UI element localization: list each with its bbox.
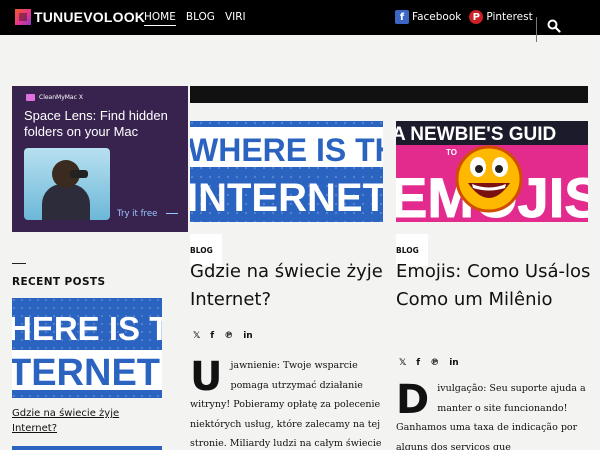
post-excerpt: Divulgação: Seu suporte ajuda a manter o…: [396, 379, 588, 450]
pinterest-icon[interactable]: ℗: [430, 358, 439, 368]
linkedin-icon[interactable]: in: [243, 331, 253, 341]
sidebar-rule: [12, 263, 26, 264]
share-buttons: 𝕏 f ℗ in: [193, 331, 253, 341]
share-buttons: 𝕏 f ℗ in: [399, 358, 459, 368]
ad-photo: [24, 148, 110, 220]
main-nav: HOME BLOG VIRI: [144, 11, 246, 26]
twitter-icon[interactable]: 𝕏: [399, 358, 406, 368]
ad-cta-link[interactable]: Try it free: [117, 209, 157, 219]
arrow-right-icon: [166, 213, 178, 214]
ad-brand: CleanMyMac X: [26, 94, 83, 101]
thumb-text-line1: HERE IS TH: [12, 310, 162, 347]
logo-mark-icon: [15, 9, 31, 25]
featured-strip: [190, 86, 588, 103]
nav-divider: [536, 17, 537, 42]
facebook-icon[interactable]: f: [210, 331, 214, 341]
smiley-emoji-icon: [455, 145, 523, 213]
post-title[interactable]: Emojis: Como Usá-los Como um Milênio: [396, 258, 592, 314]
facebook-link[interactable]: Facebook: [412, 11, 461, 23]
post-image-internet-art: WHERE IS TH INTERNET?: [190, 121, 383, 222]
social-links: f Facebook P Pinterest: [395, 10, 538, 24]
pinterest-icon[interactable]: P: [469, 10, 484, 24]
site-logo[interactable]: TUNUEVOLOOK: [15, 9, 145, 25]
facebook-icon[interactable]: f: [416, 358, 420, 368]
nav-item-blog[interactable]: BLOG: [186, 11, 215, 26]
linkedin-icon[interactable]: in: [449, 358, 459, 368]
recent-post-thumbnail[interactable]: HERE IS TH TERNET: [12, 298, 162, 398]
post-image-internet[interactable]: WHERE IS TH INTERNET?: [190, 121, 383, 222]
recent-posts-heading: RECENT POSTS: [12, 276, 106, 288]
nav-item-home[interactable]: HOME: [144, 11, 176, 26]
pinterest-link[interactable]: Pinterest: [486, 11, 532, 23]
search-icon[interactable]: [547, 19, 561, 33]
ad-title: Space Lens: Find hidden folders on your …: [24, 108, 168, 139]
image-text-small: TO: [446, 148, 457, 157]
ad-person-body: [42, 184, 90, 220]
top-navigation-bar: TUNUEVOLOOK HOME BLOG VIRI f Facebook P …: [0, 0, 600, 42]
post-excerpt: Ujawnienie: Twoje wsparcie pomaga utrzym…: [190, 356, 382, 450]
twitter-icon[interactable]: 𝕏: [193, 331, 200, 341]
image-text-line1: A NEWBIE'S GUID: [396, 124, 556, 145]
post-title[interactable]: Gdzie na świecie żyje Internet?: [190, 258, 386, 314]
facebook-icon[interactable]: f: [395, 10, 409, 24]
logo-text: TUNUEVOLOOK: [34, 9, 146, 25]
image-text-line2: INTERNET?: [190, 176, 383, 220]
image-text-line1: WHERE IS TH: [190, 132, 383, 168]
ad-brand-label: CleanMyMac X: [39, 94, 83, 101]
dropcap: U: [190, 356, 223, 400]
cleanmymac-icon: [26, 94, 35, 101]
recent-post-thumbnail-2[interactable]: [12, 446, 162, 450]
recent-post-thumbnail-art: HERE IS TH TERNET: [12, 298, 162, 398]
advertisement-banner[interactable]: CleanMyMac X Space Lens: Find hidden fol…: [12, 86, 188, 232]
recent-post-link[interactable]: Gdzie na świecie żyje Internet?: [12, 406, 162, 436]
dropcap: D: [396, 379, 430, 423]
pinterest-icon[interactable]: ℗: [224, 331, 233, 341]
post-image-emojis[interactable]: A NEWBIE'S GUID TO EMOJIS: [396, 121, 588, 222]
nav-item-viri[interactable]: VIRI: [225, 11, 246, 26]
thumb-text-line2: TERNET: [12, 352, 160, 394]
post-image-emojis-art: A NEWBIE'S GUID TO EMOJIS: [396, 121, 588, 222]
binoculars-icon: [70, 170, 88, 178]
